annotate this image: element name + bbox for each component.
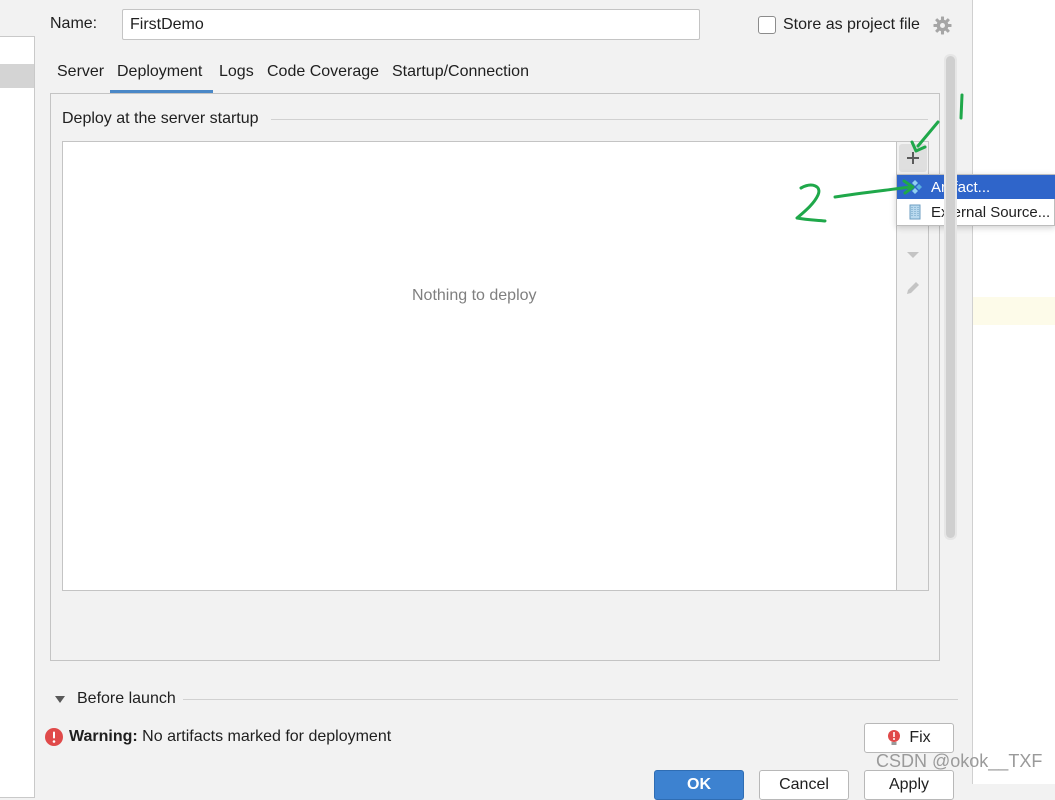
editor-background <box>972 0 1055 784</box>
editor-highlight-line <box>973 297 1055 325</box>
tab-code-coverage[interactable]: Code Coverage <box>267 63 379 81</box>
annotation-mark-1-stroke <box>959 93 964 120</box>
collapse-triangle-icon[interactable] <box>55 696 65 703</box>
scrollbar-thumb[interactable] <box>946 56 955 538</box>
run-config-tree-selected-item[interactable] <box>0 64 34 88</box>
bulb-error-icon <box>888 730 901 745</box>
tab-startup-connection[interactable]: Startup/Connection <box>392 63 529 81</box>
edit-button[interactable] <box>899 274 927 302</box>
menu-item-artifact[interactable]: Artifact... <box>897 175 1055 199</box>
name-field[interactable] <box>122 9 700 40</box>
triangle-down-icon <box>907 252 919 258</box>
error-icon <box>44 727 64 747</box>
pencil-icon <box>907 282 919 294</box>
before-launch-label[interactable]: Before launch <box>77 690 176 708</box>
apply-button[interactable]: Apply <box>864 770 954 800</box>
watermark: CSDN @okok__TXF <box>876 751 1043 771</box>
tab-logs[interactable]: Logs <box>219 63 254 81</box>
artifact-icon <box>908 180 922 194</box>
warning-label: Warning: <box>69 728 138 745</box>
ok-button[interactable]: OK <box>654 770 744 800</box>
run-config-tree-panel[interactable] <box>0 36 35 798</box>
move-down-button[interactable] <box>899 241 927 269</box>
warning-text: No artifacts marked for deployment <box>137 728 392 745</box>
menu-item-external-source[interactable]: External Source... <box>897 200 1055 224</box>
menu-item-label: Artifact... <box>931 178 991 196</box>
cancel-button[interactable]: Cancel <box>759 770 849 800</box>
store-as-project-file-label[interactable]: Store as project file <box>783 16 920 34</box>
deploy-section-title: Deploy at the server startup <box>62 110 259 127</box>
deploy-list[interactable] <box>62 141 897 591</box>
warning-message: Warning: No artifacts marked for deploym… <box>69 728 391 746</box>
gear-icon[interactable] <box>933 16 952 35</box>
name-label: Name: <box>50 15 98 32</box>
fix-label: Fix <box>909 729 931 746</box>
external-source-icon <box>909 204 921 220</box>
add-button[interactable] <box>899 144 927 172</box>
fix-button[interactable]: Fix <box>864 723 954 753</box>
tab-deployment[interactable]: Deployment <box>117 63 202 81</box>
tab-server[interactable]: Server <box>57 63 104 81</box>
section-divider <box>271 119 928 120</box>
before-launch-divider <box>183 699 958 700</box>
store-as-project-file-checkbox[interactable] <box>758 16 776 34</box>
plus-icon <box>907 152 919 164</box>
empty-list-message: Nothing to deploy <box>412 287 537 304</box>
